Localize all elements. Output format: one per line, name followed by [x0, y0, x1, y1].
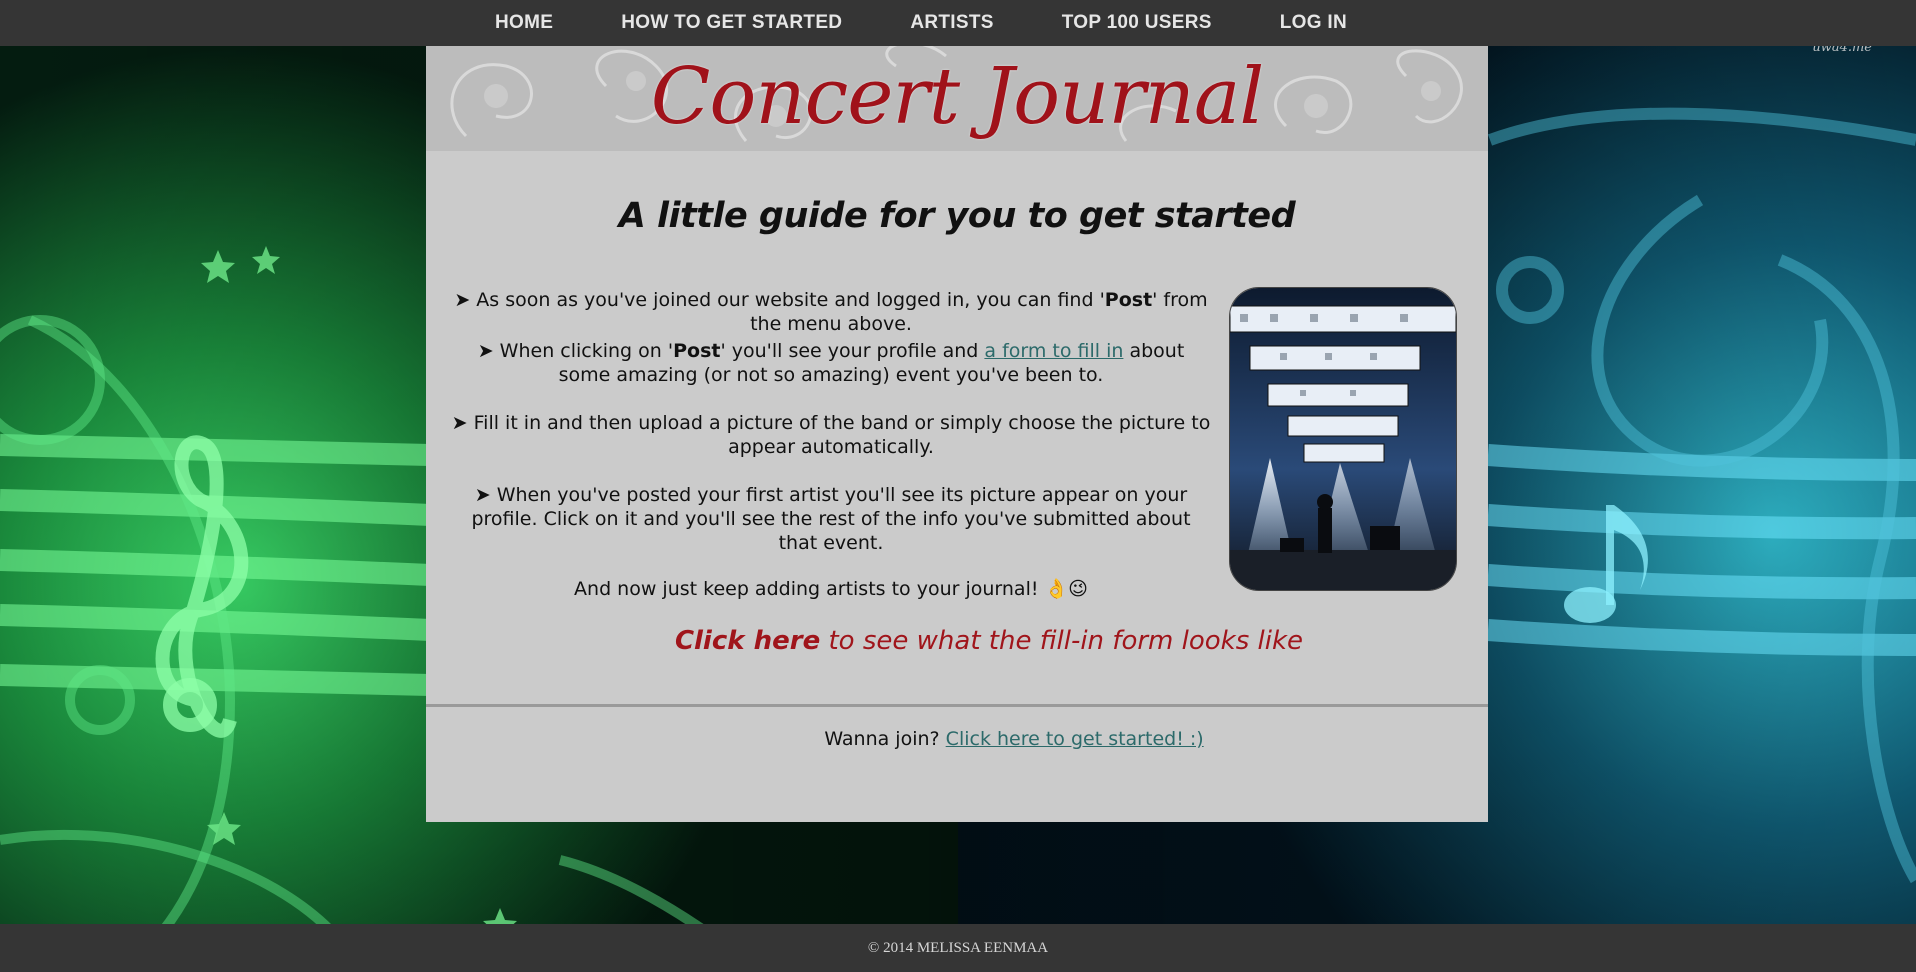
- nav-log-in[interactable]: LOG IN: [1246, 0, 1381, 46]
- join-prompt: Wanna join? Click here to get started! :…: [483, 728, 1545, 750]
- site-logo[interactable]: Concert Journal: [426, 52, 1488, 142]
- nav-top-100-users[interactable]: TOP 100 USERS: [1028, 0, 1246, 46]
- top-navigation: HOME HOW TO GET STARTED ARTISTS TOP 100 …: [0, 0, 1916, 46]
- get-started-link[interactable]: Click here to get started! :): [946, 728, 1204, 750]
- step-4: ➤ When you've posted your first artist y…: [471, 484, 1191, 554]
- nav-list: HOME HOW TO GET STARTED ARTISTS TOP 100 …: [461, 0, 1381, 46]
- copyright-text: © 2014 MELISSA EENMAA: [867, 940, 1049, 956]
- content-panel: Concert Journal A little guide for you t…: [426, 46, 1488, 822]
- cta-rest: to see what the fill-in form looks like: [820, 626, 1304, 656]
- closing-text: And now just keep adding artists to your…: [574, 578, 1088, 600]
- arrow-icon: ➤: [474, 484, 491, 506]
- site-banner: Concert Journal: [426, 46, 1488, 151]
- nav-home[interactable]: HOME: [461, 0, 587, 46]
- cta-strong: Click here: [674, 626, 821, 656]
- guide-steps: ➤ As soon as you've joined our website a…: [450, 288, 1212, 601]
- page-title: A little guide for you to get started: [618, 196, 1296, 236]
- arrow-icon: ➤: [454, 289, 471, 311]
- arrow-icon: ➤: [451, 412, 468, 434]
- form-link[interactable]: a form to fill in: [984, 340, 1123, 362]
- nav-how-to-get-started[interactable]: HOW TO GET STARTED: [587, 0, 876, 46]
- step-1: ➤ As soon as you've joined our website a…: [454, 289, 1208, 335]
- footer: © 2014 MELISSA EENMAA: [0, 924, 1916, 972]
- step-2: ➤ When clicking on 'Post' you'll see you…: [477, 340, 1185, 386]
- arrow-icon: ➤: [477, 340, 494, 362]
- divider: [426, 704, 1488, 707]
- join-text: Wanna join?: [824, 728, 946, 750]
- nav-artists[interactable]: ARTISTS: [876, 0, 1027, 46]
- step-3: ➤ Fill it in and then upload a picture o…: [451, 412, 1211, 458]
- concert-photo: [1229, 287, 1457, 591]
- fill-in-form-preview-link[interactable]: Click here to see what the fill-in form …: [458, 626, 1520, 656]
